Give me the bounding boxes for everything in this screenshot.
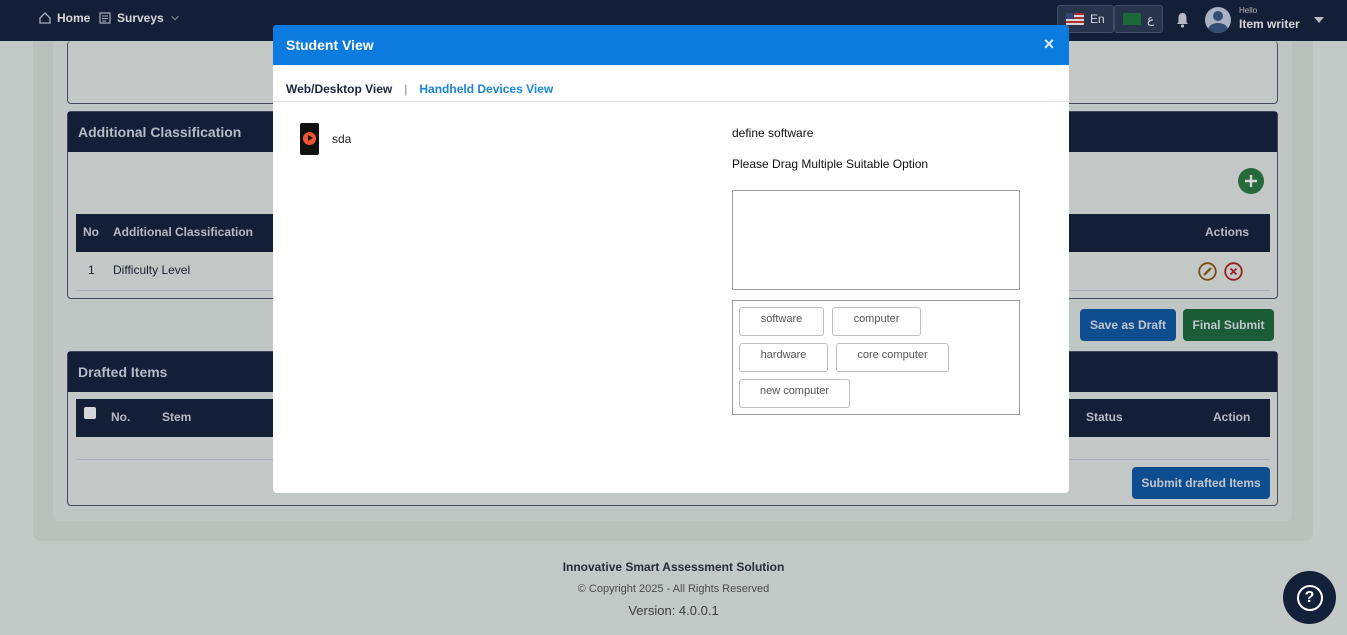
- options-container: software computer hardware core computer…: [732, 300, 1020, 415]
- drag-option-core-computer[interactable]: core computer: [836, 343, 949, 372]
- modal-header: Student View ×: [273, 25, 1069, 65]
- media-label: sda: [332, 132, 352, 146]
- question-text: define software: [732, 126, 814, 140]
- answer-drop-zone[interactable]: [732, 190, 1020, 290]
- tab-web-desktop-view[interactable]: Web/Desktop View: [286, 82, 392, 96]
- drag-option-hardware[interactable]: hardware: [739, 343, 828, 372]
- drag-option-new-computer[interactable]: new computer: [739, 379, 850, 408]
- instruction-text: Please Drag Multiple Suitable Option: [732, 157, 929, 171]
- modal-title: Student View: [286, 37, 374, 53]
- question-mark-icon: ?: [1296, 584, 1323, 611]
- drag-option-computer[interactable]: computer: [832, 307, 921, 336]
- tab-handheld-devices-view[interactable]: Handheld Devices View: [419, 82, 553, 96]
- tab-separator: |: [404, 82, 408, 96]
- view-tabs: Web/Desktop View | Handheld Devices View: [286, 82, 553, 96]
- drag-option-software[interactable]: software: [739, 307, 824, 336]
- video-icon[interactable]: [300, 123, 319, 155]
- tabs-divider: [273, 101, 1069, 102]
- student-view-modal: Student View × Web/Desktop View | Handhe…: [273, 25, 1069, 493]
- help-button[interactable]: ?: [1283, 571, 1336, 624]
- close-icon[interactable]: ×: [1041, 35, 1057, 53]
